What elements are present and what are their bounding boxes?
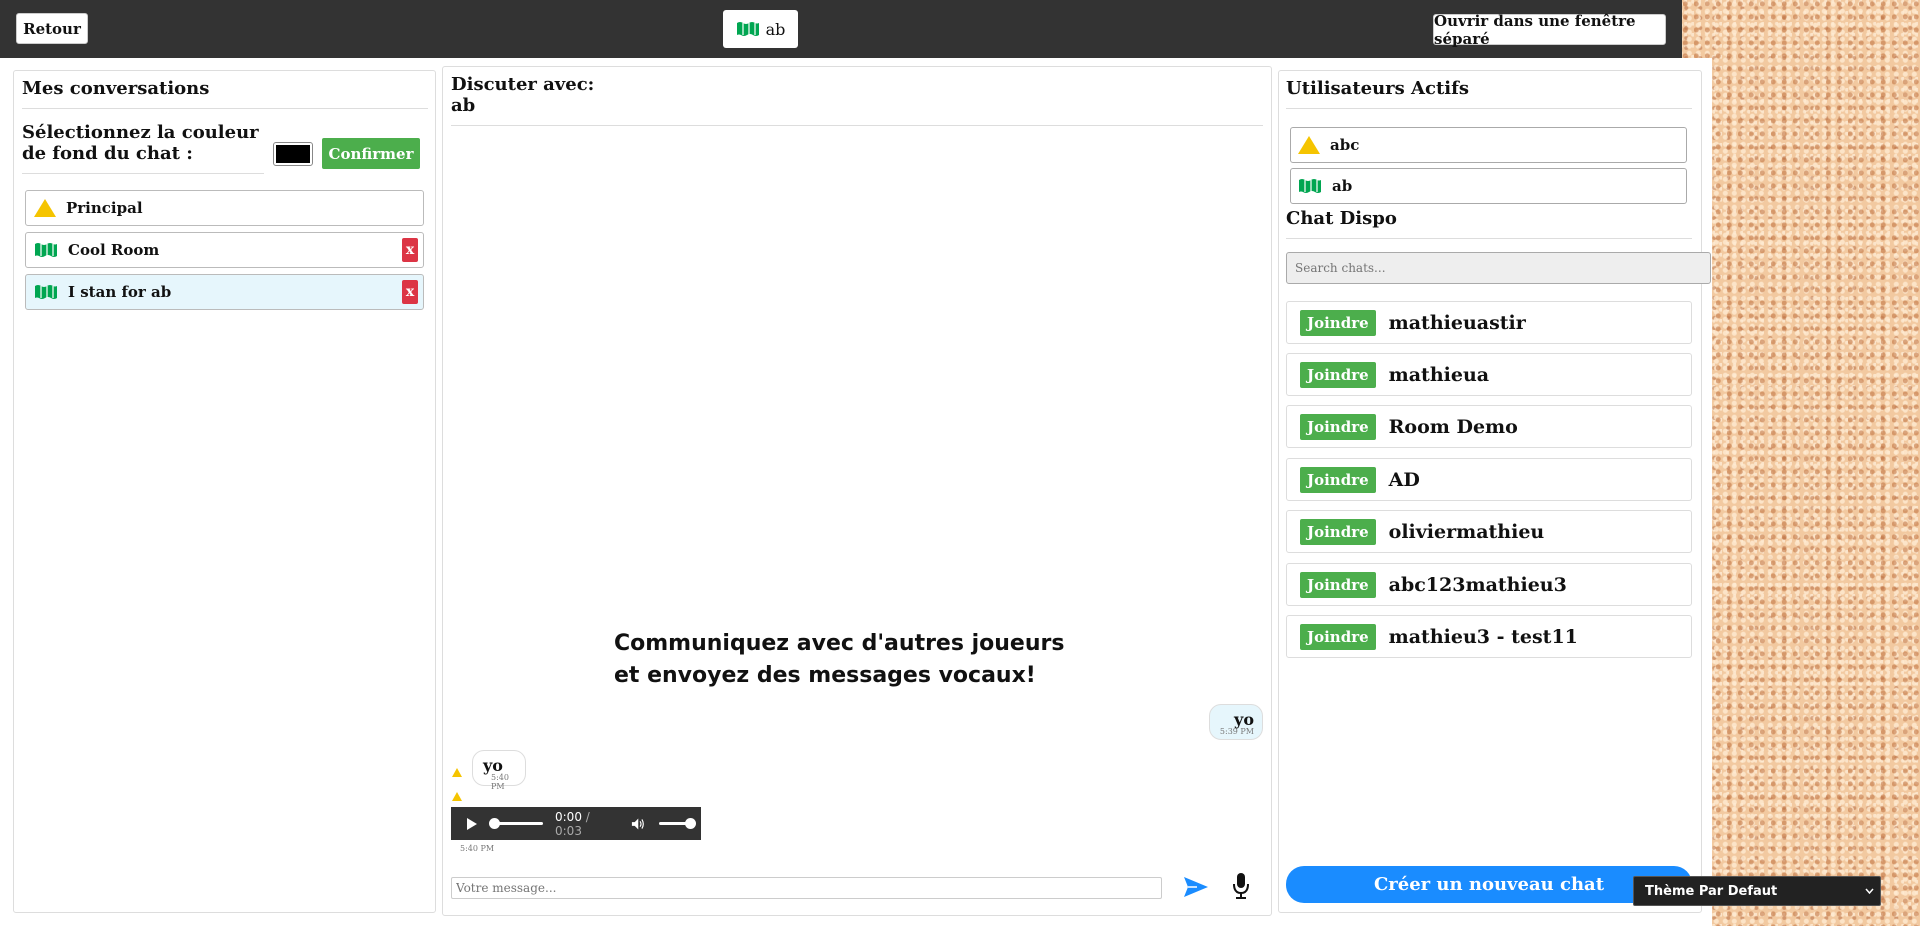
chevron-down-icon	[1865, 888, 1874, 894]
chat-name: abc123mathieu3	[1388, 573, 1567, 596]
audio-time-separator: /	[585, 809, 590, 824]
chat-title-label: Discuter avec:	[451, 74, 595, 95]
warning-triangle-icon	[34, 199, 56, 217]
join-button[interactable]: Joindre	[1300, 623, 1376, 650]
message-time: 5:40 PM	[460, 844, 495, 853]
chat-name: Room Demo	[1388, 415, 1518, 438]
current-user-name: ab	[765, 19, 786, 39]
message-time: 5:39 PM	[1219, 727, 1254, 736]
message-bubble: yo 5:40 PM	[472, 750, 526, 791]
remove-conversation-button[interactable]: x	[402, 238, 418, 262]
active-user-item[interactable]: abc	[1290, 127, 1687, 163]
chat-list-item: Joindre abc123mathieu3	[1286, 563, 1692, 606]
conversation-item[interactable]: I stan for ab x	[25, 274, 424, 310]
message-bubble-mine: yo 5:39 PM	[1209, 704, 1263, 740]
play-icon[interactable]	[467, 817, 477, 830]
chat-title: Discuter avec: ab	[451, 74, 594, 116]
join-button[interactable]: Joindre	[1300, 361, 1376, 388]
chat-dispo-title: Chat Dispo	[1286, 208, 1397, 229]
chat-name: oliviermathieu	[1388, 520, 1545, 543]
send-icon[interactable]	[1183, 875, 1209, 899]
green-wave-icon	[35, 285, 57, 299]
chat-name: mathieuastir	[1388, 311, 1526, 334]
theme-select[interactable]: Thème Par Defaut	[1633, 876, 1881, 906]
color-picker-input[interactable]	[273, 142, 313, 166]
open-separate-window-button[interactable]: Ouvrir dans une fenêtre séparé	[1433, 12, 1666, 48]
color-picker-label: Sélectionnez la couleur de fond du chat …	[22, 122, 259, 164]
chat-name: mathieua	[1388, 363, 1490, 386]
create-chat-button[interactable]: Créer un nouveau chat	[1286, 866, 1692, 903]
active-users-title: Utilisateurs Actifs	[1286, 78, 1470, 99]
chat-list-item: Joindre Room Demo	[1286, 405, 1692, 448]
warning-triangle-icon	[1298, 136, 1320, 154]
search-chats-input[interactable]	[1286, 252, 1711, 284]
green-wave-icon	[35, 243, 57, 257]
chat-list-item: Joindre mathieu3 - test11	[1286, 615, 1692, 658]
message-input[interactable]	[451, 877, 1162, 899]
active-user-name: abc	[1330, 136, 1360, 154]
confirm-color-button[interactable]: Confirmer	[322, 138, 420, 169]
chat-list-item: Joindre AD	[1286, 458, 1692, 501]
theme-selected-value: Thème Par Defaut	[1645, 883, 1778, 899]
chat-panel	[442, 66, 1272, 916]
join-button[interactable]: Joindre	[1300, 571, 1376, 598]
chat-name: mathieu3 - test11	[1388, 625, 1578, 648]
join-button[interactable]: Joindre	[1300, 309, 1376, 336]
conversation-label: Cool Room	[68, 241, 160, 259]
sender-avatar-icon	[452, 768, 462, 777]
conversation-item[interactable]: Principal	[25, 190, 424, 226]
conversation-item[interactable]: Cool Room x	[25, 232, 424, 268]
promo-text: Communiquez avec d'autres joueurs et env…	[614, 631, 1065, 688]
green-wave-icon	[1299, 179, 1321, 193]
back-button[interactable]: Retour	[16, 13, 88, 44]
chat-name: AD	[1388, 468, 1420, 491]
join-button[interactable]: Joindre	[1300, 518, 1376, 545]
active-user-name: ab	[1332, 177, 1353, 195]
audio-player: 0:00 / 0:03	[451, 807, 701, 840]
top-bar: Retour ab Ouvrir dans une fenêtre séparé	[0, 0, 1682, 58]
active-user-item[interactable]: ab	[1290, 168, 1687, 204]
conversation-label: Principal	[66, 199, 143, 217]
conversations-title: Mes conversations	[22, 78, 210, 99]
volume-icon[interactable]	[631, 817, 646, 831]
audio-duration: 0:03	[555, 823, 582, 838]
microphone-icon[interactable]	[1232, 872, 1250, 900]
chat-list-item: Joindre mathieua	[1286, 353, 1692, 396]
chat-list-item: Joindre mathieuastir	[1286, 301, 1692, 344]
chat-partner-name: ab	[451, 95, 476, 116]
chat-list-item: Joindre oliviermathieu	[1286, 510, 1692, 553]
volume-slider[interactable]	[659, 818, 696, 829]
green-wave-icon	[736, 22, 759, 36]
audio-progress-slider[interactable]	[489, 818, 543, 829]
sender-avatar-icon	[452, 792, 462, 801]
remove-conversation-button[interactable]: x	[402, 280, 418, 304]
message-time: 5:40 PM	[491, 773, 509, 791]
conversation-label: I stan for ab	[68, 283, 172, 301]
join-button[interactable]: Joindre	[1300, 466, 1376, 493]
current-user-badge: ab	[723, 10, 798, 48]
audio-current-time: 0:00	[555, 809, 582, 824]
join-button[interactable]: Joindre	[1300, 413, 1376, 440]
